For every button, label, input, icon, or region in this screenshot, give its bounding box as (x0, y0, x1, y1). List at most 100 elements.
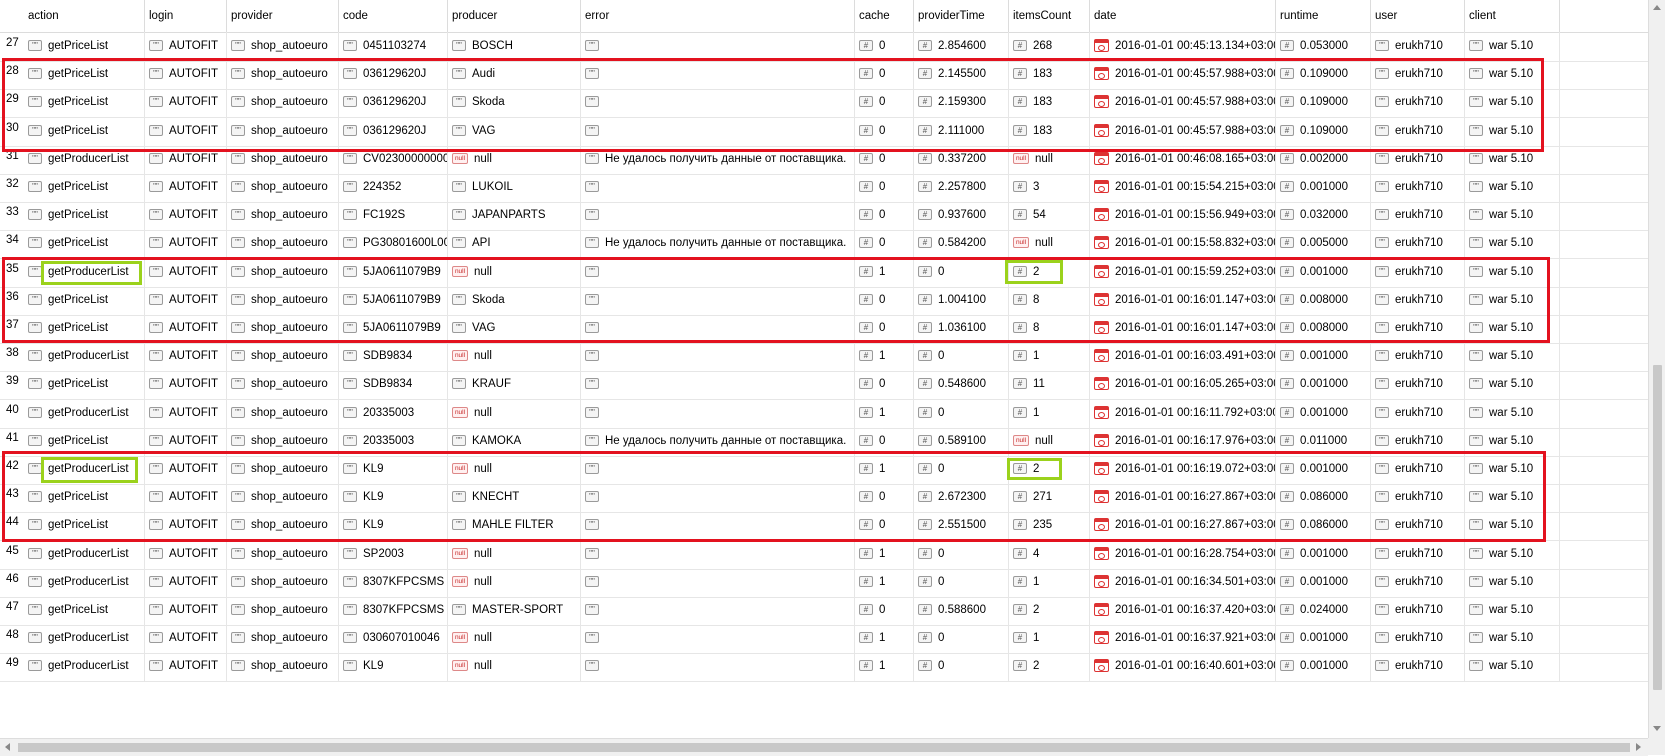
cell-client[interactable]: "" war 5.10 (1465, 88, 1560, 118)
table-row[interactable]: 40 "" getProducerList "" AUTOFIT "" shop_autoe… (0, 398, 1648, 429)
cell-date[interactable]: 2016-01-01 00:16:34.501+03:00 (1090, 567, 1276, 597)
cell-error[interactable]: "" (581, 567, 855, 597)
cell-cache[interactable]: #1 (855, 342, 914, 372)
cell-runtime[interactable]: #0.086000 (1276, 511, 1371, 541)
cell-runtime[interactable]: #0.001000 (1276, 370, 1371, 400)
cell-providertime[interactable]: #1.036100 (914, 314, 1009, 343)
cell-login[interactable]: "" AUTOFIT (145, 285, 227, 315)
cell-cache[interactable]: #0 (855, 60, 914, 90)
cell-login[interactable]: "" AUTOFIT (145, 483, 227, 513)
cell-itemscount[interactable]: #183 (1009, 88, 1090, 118)
cell-user[interactable]: "" erukh710 (1371, 342, 1465, 372)
cell-runtime[interactable]: #0.001000 (1276, 257, 1371, 287)
cell-itemscount[interactable]: #271 (1009, 483, 1090, 513)
column-header-date[interactable]: date (1090, 0, 1276, 32)
cell-producer[interactable]: null null (448, 144, 581, 174)
cell-producer[interactable]: null null (448, 398, 581, 428)
cell-cache[interactable]: #1 (855, 567, 914, 597)
cell-cache[interactable]: #1 (855, 652, 914, 682)
cell-code[interactable]: "" 036129620J (339, 116, 448, 146)
cell-provider[interactable]: "" shop_autoeuro (227, 567, 339, 597)
table-row[interactable]: 49 "" getProducerList "" AUTOFIT "" shop_autoe… (0, 652, 1648, 683)
table-row[interactable]: 28 "" getPriceList "" AUTOFIT "" shop_autoeuro… (0, 60, 1648, 91)
cell-client[interactable]: "" war 5.10 (1465, 398, 1560, 428)
column-header-error[interactable]: error (581, 0, 855, 32)
cell-code[interactable]: "" SP2003 (339, 539, 448, 569)
cell-runtime[interactable]: #0.011000 (1276, 426, 1371, 456)
cell-runtime[interactable]: #0.086000 (1276, 483, 1371, 513)
cell-action[interactable]: "" getPriceList (24, 88, 145, 118)
cell-code[interactable]: "" 5JA0611079B9 (339, 285, 448, 315)
cell-action[interactable]: "" getPriceList (24, 370, 145, 400)
cell-login[interactable]: "" AUTOFIT (145, 370, 227, 400)
table-row[interactable]: 48 "" getProducerList "" AUTOFIT "" shop_autoe… (0, 624, 1648, 655)
cell-user[interactable]: "" erukh710 (1371, 426, 1465, 456)
cell-providertime[interactable]: #2.159300 (914, 88, 1009, 118)
cell-client[interactable]: "" war 5.10 (1465, 60, 1560, 90)
table-row[interactable]: 37 "" getPriceList "" AUTOFIT "" shop_autoeuro… (0, 314, 1648, 344)
cell-client[interactable]: "" war 5.10 (1465, 426, 1560, 456)
cell-code[interactable]: "" 224352 (339, 173, 448, 202)
cell-producer[interactable]: "" KNECHT (448, 483, 581, 513)
cell-action[interactable]: "" getPriceList (24, 60, 145, 90)
cell-producer[interactable]: null null (448, 257, 581, 287)
cell-date[interactable]: 2016-01-01 00:15:58.832+03:00 (1090, 229, 1276, 259)
cell-producer[interactable]: "" Skoda (448, 285, 581, 315)
cell-error[interactable]: "" (581, 596, 855, 625)
cell-producer[interactable]: "" BOSCH (448, 32, 581, 61)
cell-providertime[interactable]: #2.145500 (914, 60, 1009, 90)
cell-producer[interactable]: "" Skoda (448, 88, 581, 118)
cell-date[interactable]: 2016-01-01 00:15:59.252+03:00 (1090, 257, 1276, 287)
cell-date[interactable]: 2016-01-01 00:45:57.988+03:00 (1090, 116, 1276, 146)
cell-action[interactable]: "" getProducerList (24, 398, 145, 428)
cell-date[interactable]: 2016-01-01 00:16:27.867+03:00 (1090, 483, 1276, 513)
cell-producer[interactable]: "" KRAUF (448, 370, 581, 400)
cell-itemscount[interactable]: #2 (1009, 257, 1090, 287)
cell-login[interactable]: "" AUTOFIT (145, 32, 227, 61)
cell-producer[interactable]: null null (448, 455, 581, 484)
cell-cache[interactable]: #0 (855, 314, 914, 343)
cell-client[interactable]: "" war 5.10 (1465, 314, 1560, 343)
cell-cache[interactable]: #1 (855, 624, 914, 654)
cell-action[interactable]: "" getPriceList (24, 229, 145, 259)
table-row[interactable]: 41 "" getPriceList "" AUTOFIT "" shop_autoeuro… (0, 426, 1648, 457)
cell-cache[interactable]: #1 (855, 455, 914, 484)
cell-provider[interactable]: "" shop_autoeuro (227, 370, 339, 400)
cell-date[interactable]: 2016-01-01 00:16:27.867+03:00 (1090, 511, 1276, 541)
cell-date[interactable]: 2016-01-01 00:45:13.134+03:00 (1090, 32, 1276, 61)
cell-code[interactable]: "" 5JA0611079B9 (339, 314, 448, 343)
cell-code[interactable]: "" KL9 (339, 652, 448, 682)
cell-providertime[interactable]: #0 (914, 567, 1009, 597)
cell-itemscount[interactable]: #1 (1009, 624, 1090, 654)
cell-itemscount[interactable]: #2 (1009, 455, 1090, 484)
column-header-providertime[interactable]: providerTime (914, 0, 1009, 32)
cell-action[interactable]: "" getProducerList (24, 342, 145, 372)
cell-provider[interactable]: "" shop_autoeuro (227, 314, 339, 343)
cell-code[interactable]: "" 20335003 (339, 426, 448, 456)
cell-producer[interactable]: null null (448, 652, 581, 682)
cell-producer[interactable]: null null (448, 539, 581, 569)
cell-client[interactable]: "" war 5.10 (1465, 32, 1560, 61)
cell-user[interactable]: "" erukh710 (1371, 201, 1465, 231)
cell-code[interactable]: "" SDB9834 (339, 370, 448, 400)
table-row[interactable]: 44 "" getPriceList "" AUTOFIT "" shop_autoeuro… (0, 511, 1648, 542)
cell-cache[interactable]: #0 (855, 511, 914, 541)
cell-client[interactable]: "" war 5.10 (1465, 483, 1560, 513)
cell-cache[interactable]: #0 (855, 483, 914, 513)
scroll-down-arrow-icon[interactable] (1653, 726, 1661, 731)
cell-code[interactable]: "" KL9 (339, 455, 448, 484)
cell-action[interactable]: "" getProducerList (24, 144, 145, 174)
cell-error[interactable]: "" (581, 455, 855, 484)
cell-provider[interactable]: "" shop_autoeuro (227, 596, 339, 625)
cell-login[interactable]: "" AUTOFIT (145, 455, 227, 484)
cell-providertime[interactable]: #2.551500 (914, 511, 1009, 541)
cell-login[interactable]: "" AUTOFIT (145, 539, 227, 569)
cell-itemscount[interactable]: #1 (1009, 398, 1090, 428)
table-row[interactable]: 46 "" getProducerList "" AUTOFIT "" shop_autoe… (0, 567, 1648, 598)
cell-cache[interactable]: #0 (855, 426, 914, 456)
scroll-right-arrow-icon[interactable] (1636, 743, 1641, 751)
cell-login[interactable]: "" AUTOFIT (145, 624, 227, 654)
column-header-action[interactable]: action (24, 0, 145, 32)
cell-error[interactable]: "" (581, 652, 855, 682)
column-header-code[interactable]: code (339, 0, 448, 32)
